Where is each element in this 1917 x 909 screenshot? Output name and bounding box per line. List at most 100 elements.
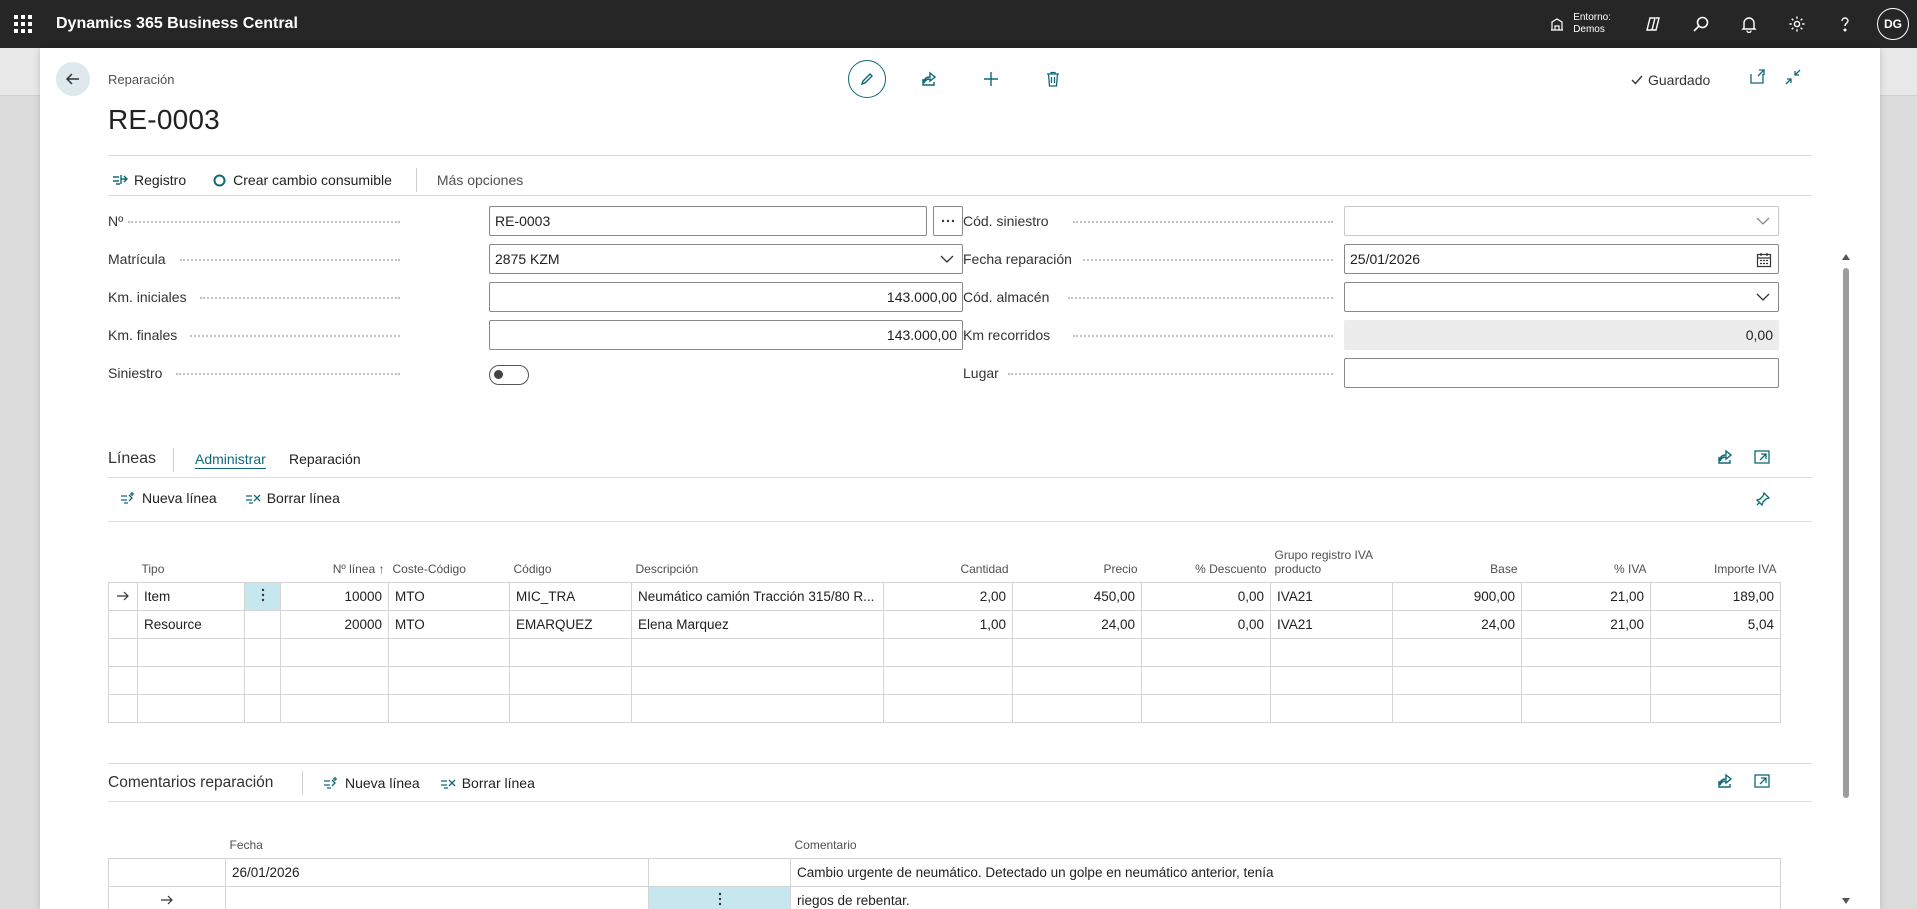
cell-comentario[interactable]: riegos de rebentar. xyxy=(790,885,1781,909)
help-button[interactable] xyxy=(1821,0,1869,48)
col-grupo-iva[interactable]: Grupo registro IVA producto xyxy=(1271,542,1393,582)
table-row[interactable]: 26/01/2026 Cambio urgente de neumático. … xyxy=(108,857,1781,887)
comments-expand-button[interactable] xyxy=(1753,772,1771,793)
mas-opciones-action[interactable]: Más opciones xyxy=(433,172,527,188)
personalize-button[interactable] xyxy=(1755,491,1771,510)
cell-base[interactable]: 900,00 xyxy=(1392,581,1522,611)
cell-importe-iva[interactable]: 189,00 xyxy=(1650,581,1781,611)
tab-reparacion[interactable]: Reparación xyxy=(289,451,361,467)
comments-title[interactable]: Comentarios reparación xyxy=(108,774,273,792)
copilot-button[interactable] xyxy=(1629,0,1677,48)
cell-cantidad[interactable]: 2,00 xyxy=(883,581,1013,611)
search-button[interactable] xyxy=(1677,0,1725,48)
cell-codigo[interactable]: MIC_TRA xyxy=(509,581,632,611)
row-menu-button[interactable] xyxy=(648,885,791,909)
vertical-scrollbar[interactable] xyxy=(1840,208,1852,908)
registro-action[interactable]: Registro xyxy=(108,172,190,188)
table-row[interactable]: Resource 20000 MTO EMARQUEZ Elena Marque… xyxy=(108,609,1781,639)
comments-nueva-linea-button[interactable]: Nueva línea xyxy=(323,775,420,791)
collapse-button[interactable] xyxy=(1784,68,1802,89)
crear-cambio-action[interactable]: Crear cambio consumible xyxy=(208,172,396,188)
cell-descuento[interactable]: 0,00 xyxy=(1141,581,1271,611)
cell-coste-codigo[interactable]: MTO xyxy=(388,609,510,639)
col-cantidad[interactable]: Cantidad xyxy=(884,542,1013,582)
matricula-dropdown[interactable]: 2875 KZM xyxy=(489,244,963,274)
col-descripcion[interactable]: Descripción xyxy=(632,542,884,582)
cell-fecha[interactable] xyxy=(225,885,649,909)
col-coste-codigo[interactable]: Coste-Código xyxy=(389,542,510,582)
fecha-reparacion-input[interactable]: 25/01/2026 xyxy=(1344,244,1779,274)
col-fecha[interactable]: Fecha xyxy=(226,824,649,858)
col-base[interactable]: Base xyxy=(1393,542,1522,582)
row-menu-button[interactable] xyxy=(244,581,281,611)
cell-coste-codigo[interactable]: MTO xyxy=(388,581,510,611)
borrar-linea-button[interactable]: Borrar línea xyxy=(245,490,340,506)
lines-title[interactable]: Líneas xyxy=(108,450,156,468)
table-row[interactable]: riegos de rebentar. xyxy=(108,885,1781,909)
col-iva[interactable]: % IVA xyxy=(1522,542,1651,582)
km-finales-input[interactable]: 143.000,00 xyxy=(489,320,963,350)
environment-indicator[interactable]: Entorno: Demos xyxy=(1549,12,1611,36)
cell-descripcion[interactable]: Neumático camión Tracción 315/80 R... xyxy=(631,581,884,611)
lugar-input[interactable] xyxy=(1344,358,1779,388)
col-no-linea[interactable]: Nº línea ↑ xyxy=(281,542,389,582)
cell-cantidad[interactable]: 1,00 xyxy=(883,609,1013,639)
row-menu-cell[interactable] xyxy=(648,857,791,887)
back-button[interactable] xyxy=(56,62,90,96)
edit-button[interactable] xyxy=(848,60,886,98)
cell-precio[interactable]: 24,00 xyxy=(1012,609,1142,639)
expand-icon xyxy=(1754,774,1770,788)
new-record-button[interactable] xyxy=(972,60,1010,98)
cell-codigo[interactable]: EMARQUEZ xyxy=(509,609,632,639)
km-iniciales-input[interactable]: 143.000,00 xyxy=(489,282,963,312)
col-codigo[interactable]: Código xyxy=(510,542,632,582)
cod-siniestro-dropdown[interactable] xyxy=(1344,206,1779,236)
user-avatar[interactable]: DG xyxy=(1877,8,1909,40)
comments-share-button[interactable] xyxy=(1716,772,1734,793)
siniestro-toggle[interactable] xyxy=(489,365,529,385)
environment-name: Demos xyxy=(1573,24,1605,35)
col-tipo[interactable]: Tipo xyxy=(138,542,245,582)
comments-borrar-linea-button[interactable]: Borrar línea xyxy=(440,775,535,791)
cell-precio[interactable]: 450,00 xyxy=(1012,581,1142,611)
app-launcher-button[interactable] xyxy=(0,0,46,48)
cod-almacen-dropdown[interactable] xyxy=(1344,282,1779,312)
no-input[interactable]: RE-0003 xyxy=(489,206,927,236)
scrollbar-thumb[interactable] xyxy=(1843,268,1849,798)
share-button[interactable] xyxy=(910,60,948,98)
nueva-linea-button[interactable]: Nueva línea xyxy=(120,490,217,506)
row-menu-cell[interactable] xyxy=(244,609,281,639)
col-comentario[interactable]: Comentario xyxy=(791,824,1781,858)
cell-fecha[interactable]: 26/01/2026 xyxy=(225,857,649,887)
cell-descuento[interactable]: 0,00 xyxy=(1141,609,1271,639)
cell-base[interactable]: 24,00 xyxy=(1392,609,1522,639)
delete-record-button[interactable] xyxy=(1034,60,1072,98)
app-title[interactable]: Dynamics 365 Business Central xyxy=(56,15,298,33)
cell-comentario[interactable]: Cambio urgente de neumático. Detectado u… xyxy=(790,857,1781,887)
lines-expand-button[interactable] xyxy=(1753,448,1771,469)
cell-iva[interactable]: 21,00 xyxy=(1521,581,1651,611)
cell-descripcion[interactable]: Elena Marquez xyxy=(631,609,884,639)
col-precio[interactable]: Precio xyxy=(1013,542,1142,582)
empty-row[interactable] xyxy=(108,665,1781,695)
empty-row[interactable] xyxy=(108,693,1781,723)
empty-row[interactable] xyxy=(108,637,1781,667)
open-new-window-button[interactable] xyxy=(1748,68,1766,89)
col-importe-iva[interactable]: Importe IVA xyxy=(1651,542,1781,582)
cell-grupo-iva[interactable]: IVA21 xyxy=(1270,581,1393,611)
col-descuento[interactable]: % Descuento xyxy=(1142,542,1271,582)
cell-no-linea[interactable]: 20000 xyxy=(280,609,389,639)
cell-tipo[interactable]: Item xyxy=(137,581,245,611)
table-row[interactable]: Item 10000 MTO MIC_TRA Neumático camión … xyxy=(108,581,1781,611)
cell-no-linea[interactable]: 10000 xyxy=(280,581,389,611)
assist-edit-button[interactable] xyxy=(933,206,963,236)
settings-button[interactable] xyxy=(1773,0,1821,48)
cell-importe-iva[interactable]: 5,04 xyxy=(1650,609,1781,639)
cell-tipo[interactable]: Resource xyxy=(137,609,245,639)
tab-administrar[interactable]: Administrar xyxy=(195,451,266,469)
checkmark-icon xyxy=(1631,75,1643,85)
notifications-button[interactable] xyxy=(1725,0,1773,48)
cell-iva[interactable]: 21,00 xyxy=(1521,609,1651,639)
lines-share-button[interactable] xyxy=(1716,448,1734,469)
cell-grupo-iva[interactable]: IVA21 xyxy=(1270,609,1393,639)
